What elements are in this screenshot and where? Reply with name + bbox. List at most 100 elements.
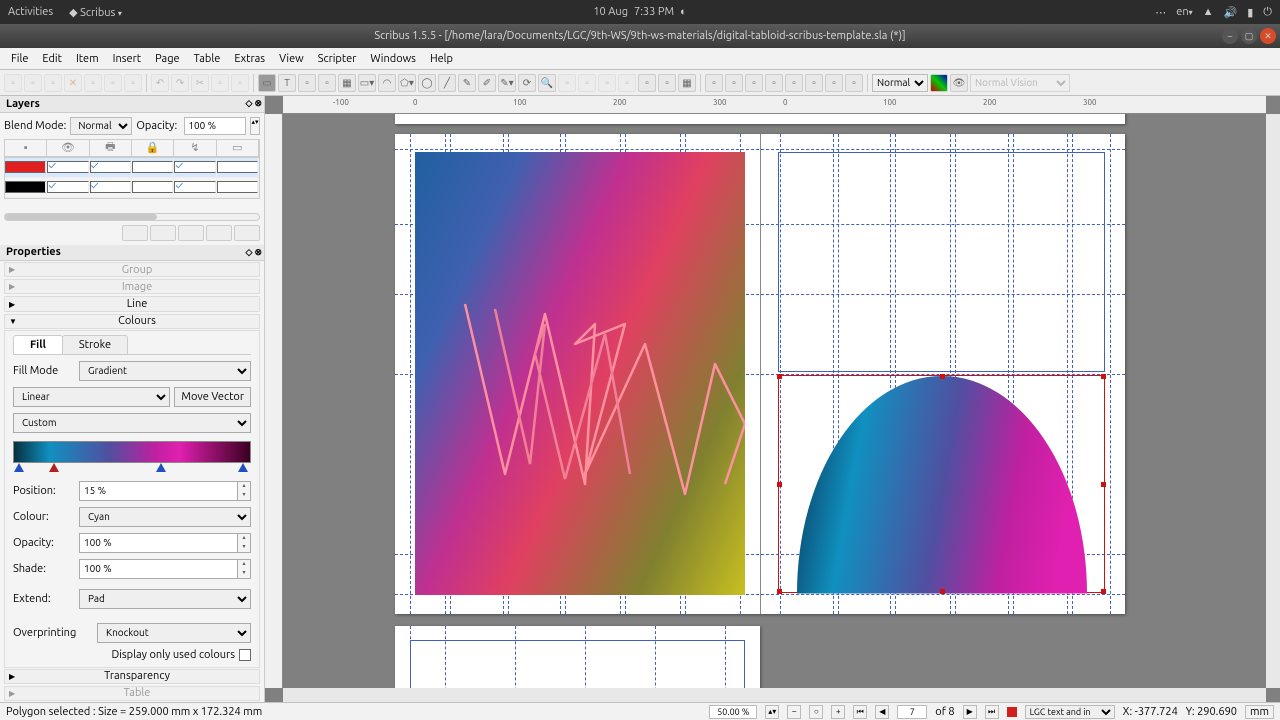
active-layer-swatch[interactable] [1007, 707, 1017, 717]
selection-box[interactable] [778, 375, 1105, 593]
copy-icon[interactable]: ▫ [211, 74, 229, 92]
window-minimize-button[interactable]: – [1222, 28, 1238, 44]
cut-icon[interactable]: ✂ [191, 74, 209, 92]
arc-tool-icon[interactable]: ◠ [378, 74, 396, 92]
canvas-area[interactable]: -100 0 100 200 300 0 100 200 300 [265, 96, 1280, 702]
rotate-tool-icon[interactable]: ⟳ [518, 74, 536, 92]
vertical-scrollbar[interactable] [1266, 114, 1280, 688]
extend-select[interactable]: Pad [79, 589, 251, 609]
pdf-link-icon[interactable]: ▫ [845, 74, 863, 92]
layer-print-checkbox[interactable] [90, 161, 131, 173]
polygon-tool-icon[interactable]: ⬠▾ [398, 74, 416, 92]
menu-extras[interactable]: Extras [227, 53, 272, 65]
layer-color-swatch[interactable] [5, 181, 46, 193]
layer-add-button[interactable] [122, 225, 148, 241]
gradient-stop[interactable] [14, 463, 24, 472]
layer-print-checkbox[interactable] [90, 181, 131, 193]
zoom-reset-button[interactable]: ○ [809, 705, 823, 719]
menu-insert[interactable]: Insert [106, 53, 148, 65]
table-tool-icon[interactable]: ▦ [338, 74, 356, 92]
network-icon[interactable]: ▲ [1203, 6, 1214, 18]
pdf-icon[interactable]: ▫ [124, 74, 142, 92]
paste-icon[interactable]: ▫ [231, 74, 249, 92]
bezier-tool-icon[interactable]: ✎ [458, 74, 476, 92]
layer-up-button[interactable] [206, 225, 232, 241]
menu-edit[interactable]: Edit [35, 53, 69, 65]
layer-visible-checkbox[interactable] [47, 181, 88, 193]
pdf-text-icon[interactable]: ▫ [745, 74, 763, 92]
preview-toggle-icon[interactable]: 👁 [950, 74, 968, 92]
layers-panel-header[interactable]: Layers ◇⊗ [0, 96, 264, 113]
page-next[interactable] [395, 626, 760, 688]
page-last-button[interactable]: ⏭ [985, 705, 999, 719]
measure-tool-icon[interactable]: ▫ [638, 74, 656, 92]
vision-select[interactable]: Normal Vision [970, 74, 1070, 92]
calligraphy-tool-icon[interactable]: ✎▾ [498, 74, 516, 92]
activities-button[interactable]: Activities [8, 6, 53, 18]
tab-fill[interactable]: Fill [13, 335, 63, 354]
layers-float-icon[interactable]: ◇ [246, 98, 253, 109]
clock-time[interactable]: 7:33 PM [634, 6, 674, 18]
layer-remove-button[interactable] [150, 225, 176, 241]
page-input[interactable] [897, 705, 927, 719]
layer-flow-checkbox[interactable] [174, 161, 215, 173]
menu-scripter[interactable]: Scripter [311, 53, 364, 65]
pdf-combo-icon[interactable]: ▫ [785, 74, 803, 92]
story-editor-icon[interactable]: ▫ [578, 74, 596, 92]
window-maximize-button[interactable]: ▢ [1241, 28, 1257, 44]
menu-view[interactable]: View [272, 53, 311, 65]
zoom-in-button[interactable]: + [831, 705, 845, 719]
preview-mode-select[interactable]: Normal [872, 74, 928, 92]
volume-icon[interactable]: 🔊 [1224, 6, 1238, 19]
gradient-type-select[interactable]: Linear [13, 387, 170, 407]
menu-file[interactable]: File [4, 53, 35, 65]
layer-outline-checkbox[interactable] [217, 181, 258, 193]
position-input[interactable] [79, 481, 237, 501]
battery-icon[interactable]: ▮ [1247, 6, 1253, 19]
print-icon[interactable]: ▫ [84, 74, 102, 92]
gradient-dome[interactable] [797, 376, 1087, 688]
zoom-out-button[interactable]: – [787, 705, 801, 719]
used-colours-checkbox[interactable] [239, 649, 251, 661]
properties-panel-header[interactable]: Properties ◇⊗ [0, 245, 264, 262]
active-layer-select[interactable]: LGC text and in [1025, 705, 1115, 719]
props-float-icon[interactable]: ◇ [246, 247, 253, 258]
indicator-icon[interactable]: ⋯ [1155, 6, 1166, 19]
zoom-tool-icon[interactable]: 🔍 [538, 74, 556, 92]
menu-item[interactable]: Item [69, 53, 106, 65]
cms-toggle-icon[interactable] [930, 74, 948, 92]
layer-color-swatch[interactable] [5, 161, 46, 173]
shade-input[interactable] [79, 559, 237, 579]
freehand-lines[interactable] [435, 284, 745, 524]
horizontal-ruler[interactable]: -100 0 100 200 300 0 100 200 300 [283, 96, 1266, 114]
section-transparency[interactable]: ▶Transparency [4, 669, 260, 684]
pdf-check-icon[interactable]: ▫ [765, 74, 783, 92]
gradient-stop[interactable] [238, 463, 248, 472]
page-prev-button[interactable]: ◀ [875, 705, 889, 719]
pdf-list-icon[interactable]: ▫ [805, 74, 823, 92]
blend-mode-select[interactable]: Normal [70, 117, 132, 135]
section-line[interactable]: ▶Line [4, 296, 260, 311]
unit-label[interactable]: mm [1245, 705, 1274, 719]
redo-icon[interactable]: ↷ [171, 74, 189, 92]
layer-visible-checkbox[interactable] [47, 161, 88, 173]
zoom-input[interactable] [709, 705, 757, 719]
app-menu[interactable]: ◆ Scribus ▾ [69, 6, 122, 19]
image-frame-icon[interactable]: ▫ [298, 74, 316, 92]
edit-contents-icon[interactable]: ▫ [558, 74, 576, 92]
overprint-select[interactable]: Knockout [97, 623, 251, 643]
gradient-editor[interactable] [13, 441, 251, 463]
menu-help[interactable]: Help [423, 53, 460, 65]
gradient-preset-select[interactable]: Custom [13, 413, 251, 433]
open-icon[interactable]: ▫ [24, 74, 42, 92]
layers-close-icon[interactable]: ⊗ [254, 98, 262, 109]
zoom-spin[interactable]: ▴▾ [765, 705, 779, 719]
line-tool-icon[interactable]: ╱ [438, 74, 456, 92]
props-close-icon[interactable]: ⊗ [254, 247, 262, 258]
pdf-annot-icon[interactable]: ▫ [825, 74, 843, 92]
menu-table[interactable]: Table [187, 53, 228, 65]
pdf-radio-icon[interactable]: ▫ [725, 74, 743, 92]
layer-lock-checkbox[interactable] [132, 181, 173, 193]
layer-flow-checkbox[interactable] [174, 181, 215, 193]
render-frame-icon[interactable]: ▫ [318, 74, 336, 92]
